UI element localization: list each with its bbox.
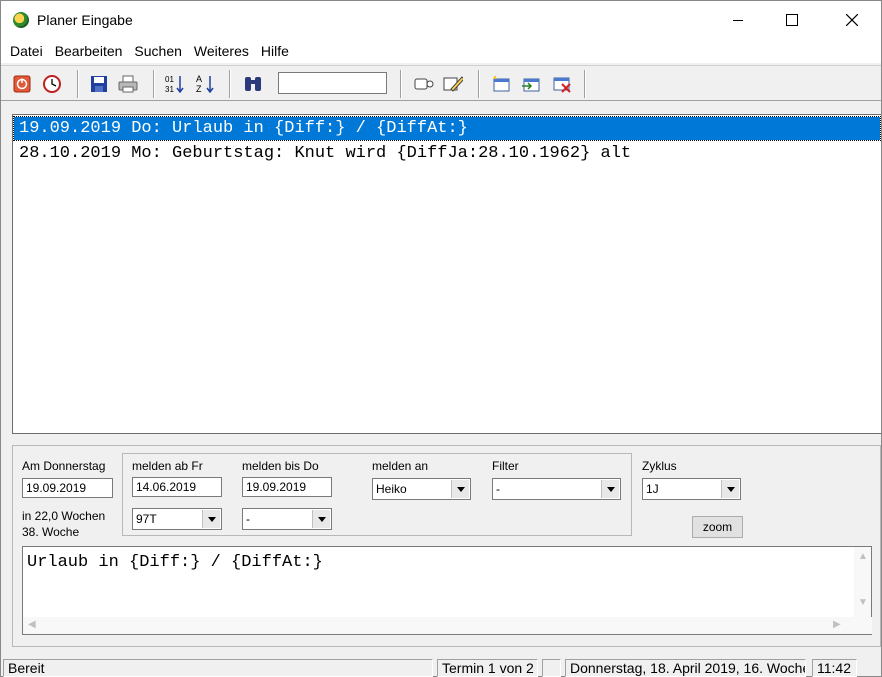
- zyklus-select[interactable]: 1J: [642, 478, 741, 500]
- zoom-button[interactable]: zoom: [692, 516, 743, 538]
- app-icon: [13, 12, 29, 28]
- menu-hilfe[interactable]: Hilfe: [255, 39, 295, 63]
- week-number-text: 38. Woche: [22, 525, 80, 539]
- chevron-down-icon[interactable]: [202, 510, 220, 528]
- menu-suchen[interactable]: Suchen: [128, 39, 187, 63]
- toolbar-separator: [229, 70, 231, 98]
- filter-label: Filter: [492, 459, 519, 473]
- svg-text:01: 01: [165, 75, 174, 84]
- search-input[interactable]: [278, 72, 387, 94]
- scroll-down-icon[interactable]: ▼: [858, 597, 868, 608]
- melden-bis-label: melden bis Do: [242, 459, 319, 473]
- memo-vertical-scrollbar[interactable]: ▲ ▼: [854, 547, 871, 617]
- filter-select-value: -: [496, 482, 500, 496]
- clock-icon[interactable]: [42, 74, 62, 94]
- toolbar: 01 31 AZ: [1, 65, 881, 101]
- status-time: 11:42: [812, 659, 857, 677]
- memo-textarea[interactable]: Urlaub in {Diff:} / {DiffAt:} ▲ ▼ ◀ ▶: [22, 546, 872, 635]
- melden-an-select[interactable]: Heiko: [372, 478, 471, 500]
- melden-ab-select-value: 97T: [136, 512, 157, 526]
- melden-an-select-value: Heiko: [376, 482, 407, 496]
- status-date: Donnerstag, 18. April 2019, 16. Woche: [565, 659, 806, 677]
- melden-ab-select[interactable]: 97T: [132, 508, 222, 530]
- list-item[interactable]: 19.09.2019 Do: Urlaub in {Diff:} / {Diff…: [13, 116, 881, 141]
- zyklus-select-value: 1J: [646, 482, 659, 496]
- edit-note-icon[interactable]: [443, 74, 463, 94]
- status-termin: Termin 1 von 2: [437, 659, 538, 677]
- status-empty: [542, 659, 561, 677]
- title-bar: Planer Eingabe: [1, 1, 881, 39]
- melden-ab-field[interactable]: [132, 477, 222, 497]
- chevron-down-icon[interactable]: [451, 480, 469, 498]
- date-field[interactable]: [22, 478, 113, 498]
- menu-datei[interactable]: Datei: [4, 39, 49, 63]
- toolbar-separator: [478, 70, 480, 98]
- scroll-up-icon[interactable]: ▲: [858, 551, 868, 562]
- close-icon: [846, 14, 858, 26]
- svg-text:Z: Z: [196, 84, 202, 94]
- melden-ab-label: melden ab Fr: [132, 459, 203, 473]
- window-title: Planer Eingabe: [37, 12, 133, 28]
- melden-bis-field[interactable]: [242, 477, 332, 497]
- menu-bar: Datei Bearbeiten Suchen Weiteres Hilfe: [1, 39, 881, 63]
- status-state: Bereit: [3, 659, 433, 677]
- status-bar: Bereit Termin 1 von 2 Donnerstag, 18. Ap…: [1, 657, 881, 677]
- zyklus-label: Zyklus: [642, 459, 677, 473]
- toolbar-separator: [153, 70, 155, 98]
- scroll-right-icon[interactable]: ▶: [833, 619, 841, 630]
- scroll-left-icon[interactable]: ◀: [28, 619, 36, 630]
- toolbar-separator: [77, 70, 79, 98]
- new-entry-icon[interactable]: [491, 74, 511, 94]
- weeks-text: in 22,0 Wochen: [22, 509, 106, 523]
- save-icon[interactable]: [89, 74, 109, 94]
- sort-alpha-icon[interactable]: AZ: [196, 74, 216, 94]
- appointment-list[interactable]: 19.09.2019 Do: Urlaub in {Diff:} / {Diff…: [12, 114, 881, 434]
- svg-text:A: A: [196, 74, 202, 84]
- menu-weiteres[interactable]: Weiteres: [188, 39, 255, 63]
- toolbar-separator: [400, 70, 402, 98]
- close-button[interactable]: [829, 1, 875, 39]
- app-window: Planer Eingabe Datei Bearbeiten Suchen W…: [0, 0, 882, 677]
- print-icon[interactable]: [118, 74, 138, 94]
- chevron-down-icon[interactable]: [721, 480, 739, 498]
- memo-horizontal-scrollbar[interactable]: ◀ ▶: [23, 617, 872, 634]
- binoculars-icon[interactable]: [243, 74, 263, 94]
- chevron-down-icon[interactable]: [601, 480, 619, 498]
- melden-bis-select[interactable]: -: [242, 508, 332, 530]
- tag-icon[interactable]: [414, 74, 434, 94]
- svg-text:31: 31: [165, 85, 174, 94]
- melden-an-label: melden an: [372, 459, 429, 473]
- date-label: Am Donnerstag: [22, 459, 106, 473]
- sort-numeric-icon[interactable]: 01 31: [165, 74, 185, 94]
- menu-bearbeiten[interactable]: Bearbeiten: [49, 39, 129, 63]
- list-item[interactable]: 28.10.2019 Mo: Geburtstag: Knut wird {Di…: [14, 142, 880, 165]
- memo-text: Urlaub in {Diff:} / {DiffAt:}: [27, 553, 323, 572]
- filter-select[interactable]: -: [492, 478, 621, 500]
- delete-entry-icon[interactable]: [552, 74, 572, 94]
- toolbar-separator: [584, 70, 586, 98]
- import-icon[interactable]: [521, 74, 541, 94]
- chevron-down-icon[interactable]: [312, 510, 330, 528]
- melden-bis-select-value: -: [246, 512, 250, 526]
- power-icon[interactable]: [12, 74, 32, 94]
- minimize-button[interactable]: [715, 1, 761, 39]
- maximize-button[interactable]: [769, 1, 815, 39]
